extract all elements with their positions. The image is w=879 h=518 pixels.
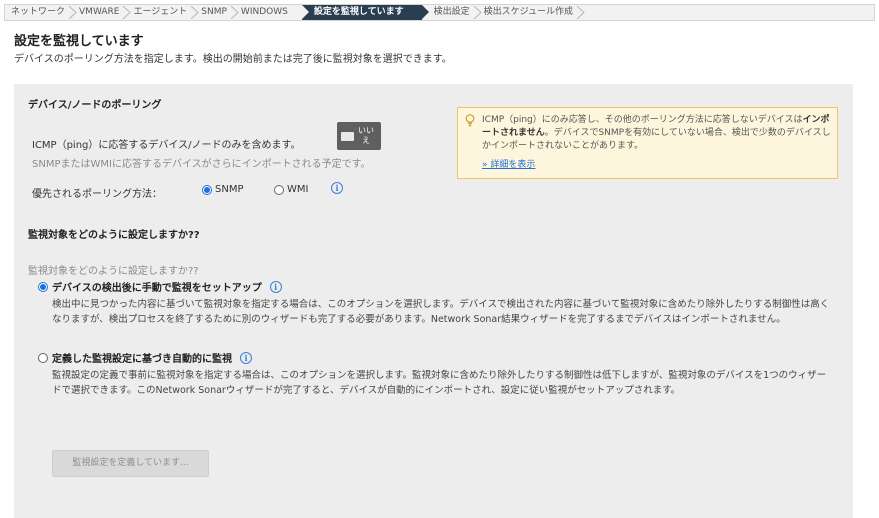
- radio-label: WMI: [287, 184, 309, 195]
- page-title: 設定を監視しています: [14, 34, 144, 49]
- breadcrumb-label: SNMP: [201, 7, 227, 17]
- warning-text-part: ICMP（ping）にのみ応答し、その他のポーリング方法に応答しないデバイスは: [482, 115, 803, 125]
- lightbulb-icon: [465, 114, 475, 127]
- icmp-only-label: ICMP（ping）に応答するデバイス/ノードのみを含めます。: [32, 140, 301, 151]
- radio-snmp[interactable]: SNMP: [202, 184, 244, 195]
- info-icon[interactable]: i: [269, 280, 282, 293]
- breadcrumb-label: エージェント: [133, 7, 188, 17]
- option-description: 監視設定の定義で事前に監視対象を指定する場合は、このオプションを選択します。監視…: [52, 370, 827, 396]
- option-header: デバイスの検出後に手動で監視をセットアップ i: [38, 279, 832, 294]
- breadcrumb-label: 設定を監視しています: [313, 7, 404, 17]
- icmp-only-toggle[interactable]: いいえ: [337, 122, 381, 150]
- breadcrumb-item-monitoring-settings[interactable]: 設定を監視しています: [301, 5, 429, 20]
- polling-panel: デバイス/ノードのポーリング ICMP（ping）に応答するデバイス/ノードのみ…: [14, 84, 853, 518]
- breadcrumb-label: 検出スケジュール作成: [483, 7, 573, 17]
- breadcrumb-label: WINDOWS: [240, 7, 288, 17]
- info-icon[interactable]: i: [240, 351, 252, 364]
- warning-text: ICMP（ping）にのみ応答し、その他のポーリング方法に応答しないデバイスはイ…: [482, 114, 832, 153]
- breadcrumb-item-windows[interactable]: WINDOWS: [241, 5, 302, 20]
- toggle-knob: [341, 131, 354, 141]
- breadcrumb-item-network[interactable]: ネットワーク: [5, 5, 79, 20]
- breadcrumb-label: VMWARE: [79, 7, 120, 17]
- breadcrumb: ネットワーク VMWARE エージェント SNMP WINDOWS 設定を監視し…: [4, 4, 875, 21]
- polling-method-label: 優先されるポーリング方法：: [32, 189, 162, 200]
- radio-button[interactable]: [274, 184, 284, 195]
- warning-box: ICMP（ping）にのみ応答し、その他のポーリング方法に応答しないデバイスはイ…: [457, 107, 838, 179]
- option-description: 検出中に見つかった内容に基づいて監視対象を指定する場合は、このオプションを選択し…: [52, 299, 830, 325]
- chevron-right-icon: [576, 6, 585, 19]
- show-details-link[interactable]: » 詳細を表示: [482, 157, 535, 170]
- chevron-right-icon: [230, 6, 239, 19]
- radio-button-selected[interactable]: [38, 281, 48, 292]
- breadcrumb-item-snmp[interactable]: SNMP: [201, 5, 241, 20]
- chevron-right-icon: [473, 6, 482, 19]
- radio-wmi[interactable]: WMI: [274, 184, 308, 195]
- breadcrumb-item-discovery-schedule[interactable]: 検出スケジュール作成: [484, 5, 587, 20]
- radio-button-selected[interactable]: [202, 184, 212, 195]
- option-auto-monitoring: 定義した監視設定に基づき自動的に監視 i 監視設定の定義で事前に監視対象を指定す…: [38, 350, 832, 398]
- monitoring-heading: 監視対象をどのように設定しますか??: [28, 230, 200, 241]
- option-manual-monitoring: デバイスの検出後に手動で監視をセットアップ i 検出中に見つかった内容に基づいて…: [38, 279, 832, 327]
- breadcrumb-label: ネットワーク: [11, 7, 66, 17]
- snmp-note: SNMPまたはWMIに応答するデバイスがさらにインポートされる予定です。: [32, 159, 371, 170]
- monitoring-subheading: 監視対象をどのように設定しますか??: [28, 266, 199, 277]
- option-label[interactable]: 定義した監視設定に基づき自動的に監視: [52, 350, 232, 365]
- chevron-right-icon: [190, 6, 200, 19]
- section-title: デバイス/ノードのポーリング: [28, 100, 162, 111]
- chevron-right-icon: [123, 6, 132, 19]
- option-header: 定義した監視設定に基づき自動的に監視 i: [38, 350, 832, 365]
- breadcrumb-item-discovery-settings[interactable]: 検出設定: [422, 5, 484, 20]
- option-label[interactable]: デバイスの検出後に手動で監視をセットアップ: [52, 279, 262, 294]
- breadcrumb-label: 検出設定: [433, 7, 470, 17]
- toggle-label: いいえ: [358, 126, 374, 145]
- breadcrumb-item-vmware[interactable]: VMWARE: [79, 5, 133, 20]
- chevron-right-icon: [68, 6, 77, 19]
- radio-button[interactable]: [38, 352, 48, 363]
- page-description: デバイスのポーリング方法を指定します。検出の開始前または完了後に監視対象を選択で…: [14, 54, 452, 65]
- breadcrumb-item-agent[interactable]: エージェント: [133, 5, 201, 20]
- info-icon[interactable]: i: [331, 182, 343, 194]
- radio-label: SNMP: [215, 184, 244, 195]
- define-monitoring-settings-button[interactable]: 監視設定を定義しています...: [52, 450, 209, 477]
